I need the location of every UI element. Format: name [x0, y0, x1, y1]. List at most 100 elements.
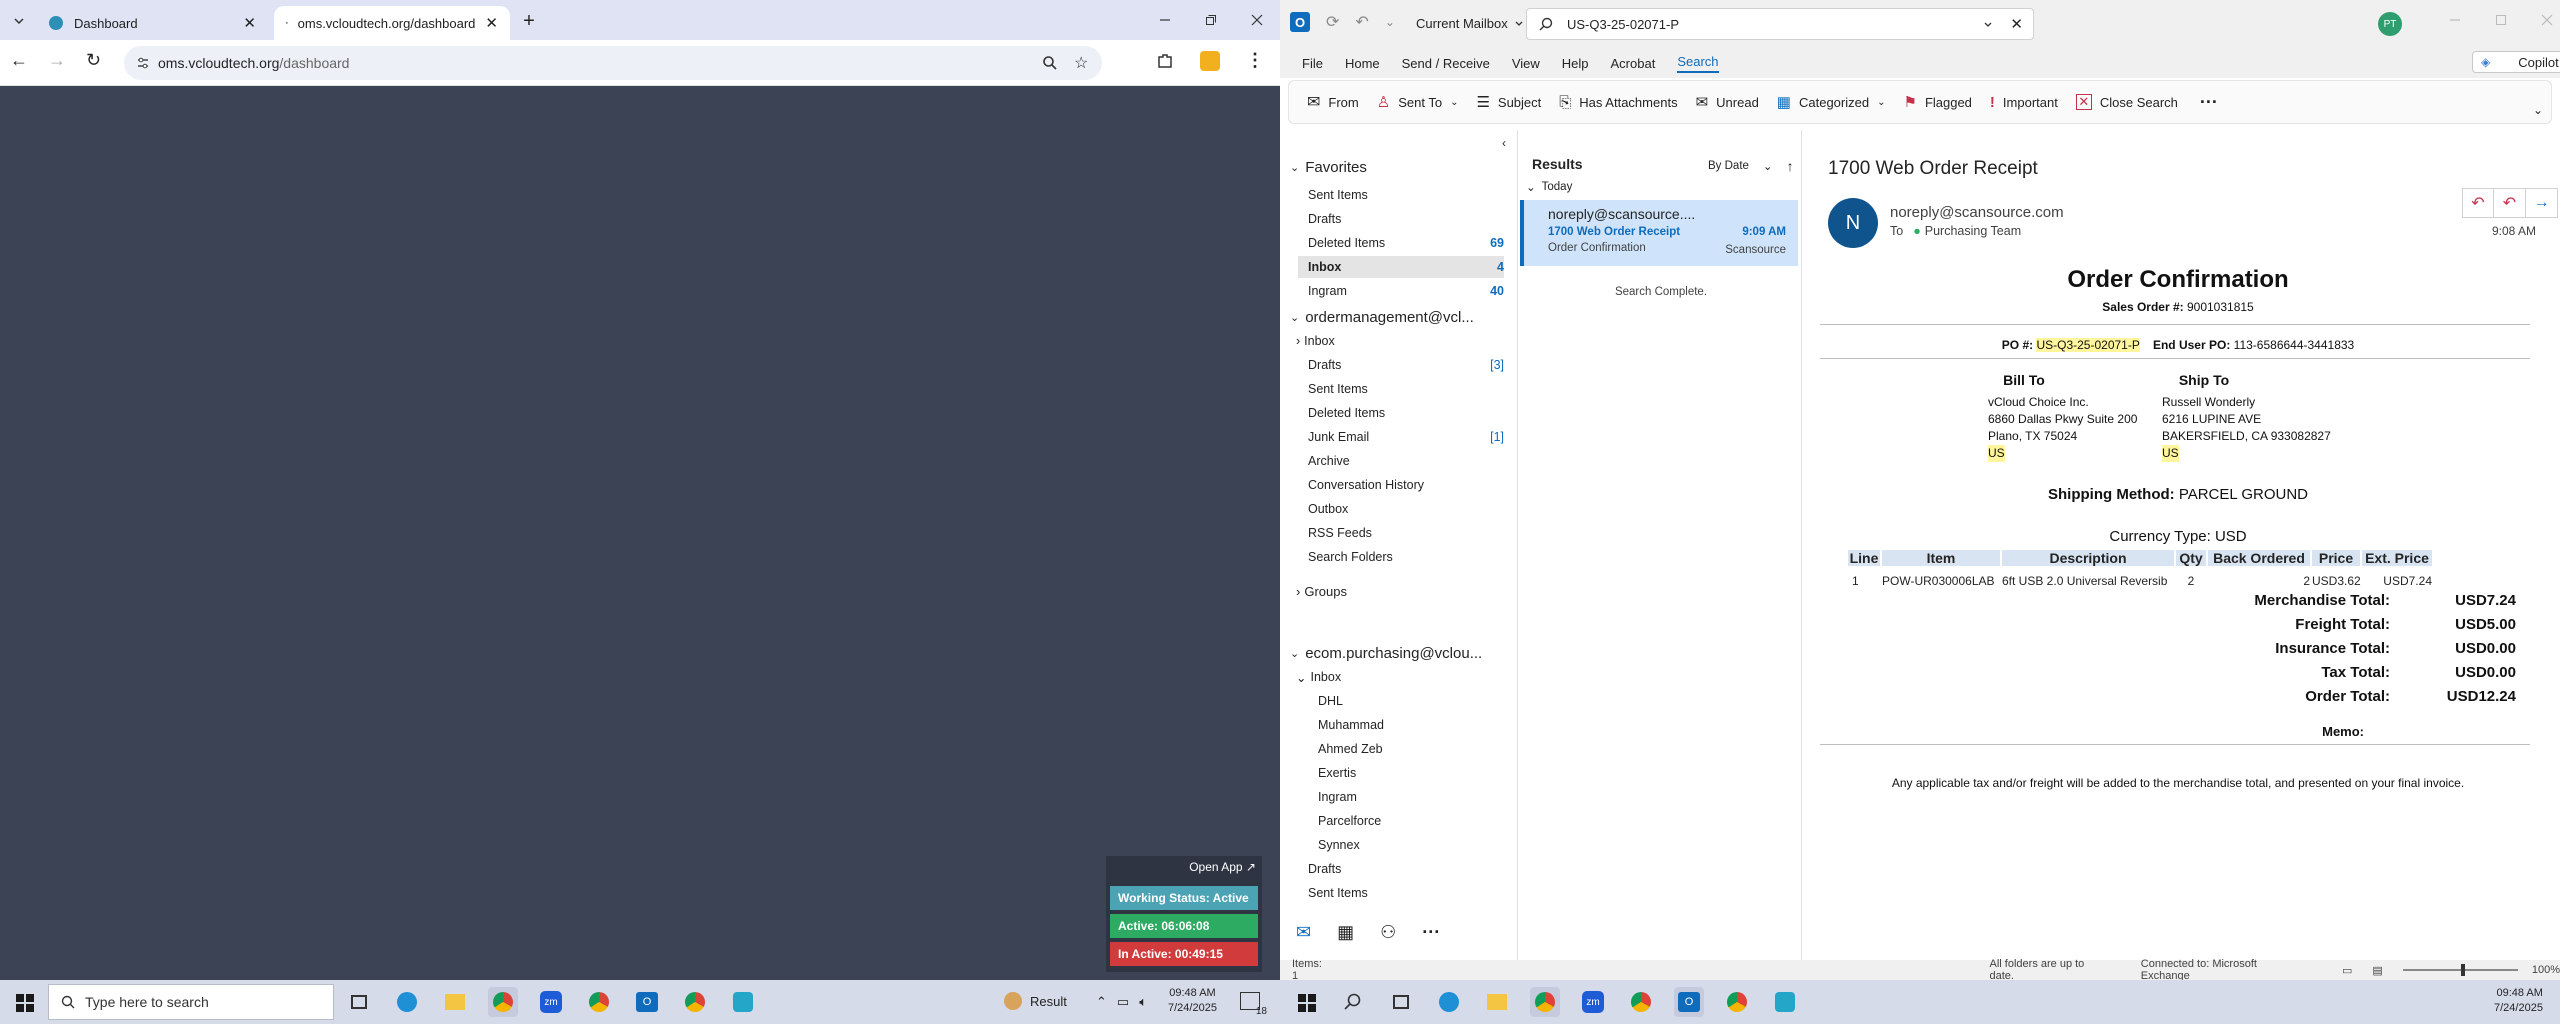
close-window-button[interactable]	[1234, 0, 1280, 40]
folder-archive[interactable]: Archive	[1308, 450, 1504, 472]
reply-icon[interactable]: ↶	[2462, 188, 2494, 218]
menu-search[interactable]: Search	[1677, 54, 1719, 73]
zoom-app-icon[interactable]: zm	[1578, 987, 1608, 1017]
more-icon[interactable]: ···	[2200, 92, 2218, 113]
folder-inbox[interactable]: ⌄ Inbox	[1296, 666, 1492, 688]
people-icon[interactable]: ⚇	[1380, 922, 1396, 943]
mail-icon[interactable]: ✉	[1296, 922, 1311, 943]
calendar-icon[interactable]: ▦	[1337, 922, 1354, 943]
chrome-profile-icon[interactable]	[1626, 987, 1656, 1017]
avatar[interactable]: PT	[2378, 12, 2402, 36]
start-button[interactable]	[10, 988, 40, 1018]
folder-inbox[interactable]: › Inbox	[1296, 330, 1492, 352]
chrome-icon[interactable]	[1530, 987, 1560, 1017]
has-attachments-button[interactable]: ⎘ Has Attachments	[1559, 94, 1677, 111]
folder-ahmed-zeb[interactable]: Ahmed Zeb	[1318, 738, 1514, 760]
favorites-header[interactable]: ⌄ Favorites	[1290, 156, 1367, 178]
more-apps-icon[interactable]: ···	[1422, 922, 1440, 943]
chrome-profile-icon[interactable]	[680, 987, 710, 1017]
task-view-icon[interactable]	[1386, 987, 1416, 1017]
tab-search-button[interactable]	[8, 10, 30, 32]
sender-address[interactable]: noreply@scansource.com	[1890, 204, 2064, 221]
folder-drafts[interactable]: Drafts	[1308, 208, 1504, 230]
groups-header[interactable]: › Groups	[1296, 580, 1492, 602]
categorized-button[interactable]: ▦ Categorized ⌄	[1777, 93, 1886, 111]
forward-arrow-icon[interactable]: →	[48, 50, 66, 71]
folder-inbox[interactable]: Inbox 4	[1298, 256, 1504, 278]
folder-conversation-history[interactable]: Conversation History	[1308, 474, 1504, 496]
folder-sent-items[interactable]: Sent Items	[1308, 184, 1504, 206]
start-button[interactable]	[1292, 988, 1322, 1018]
menu-file[interactable]: File	[1302, 56, 1323, 71]
volume-icon[interactable]: 🔈︎	[1139, 994, 1147, 1010]
undo-icon[interactable]: ↶	[1355, 12, 1368, 32]
folder-junk-email[interactable]: Junk Email [1]	[1308, 426, 1504, 448]
reply-all-icon[interactable]: ↶	[2494, 188, 2526, 218]
mailbox-scope-dropdown[interactable]: Current Mailbox	[1416, 16, 1524, 31]
close-search-button[interactable]: ✕ Close Search	[2075, 94, 2178, 110]
app-icon[interactable]	[1770, 987, 1800, 1017]
flagged-button[interactable]: ⚑ Flagged	[1903, 93, 1971, 111]
weather-widget[interactable]: Result	[1004, 992, 1067, 1010]
important-button[interactable]: ! Important	[1990, 94, 2058, 111]
outlook-icon[interactable]: O	[632, 987, 662, 1017]
recipient-name[interactable]: Purchasing Team	[1925, 224, 2021, 238]
folder-ingram[interactable]: Ingram	[1318, 786, 1514, 808]
restore-button[interactable]	[1188, 0, 1234, 40]
open-app-link[interactable]: Open App ↗	[1189, 860, 1256, 874]
message-item[interactable]: noreply@scansource.... 1700 Web Order Re…	[1520, 200, 1798, 266]
sender-avatar[interactable]: N	[1828, 198, 1878, 248]
chrome-profile-icon[interactable]	[1722, 987, 1752, 1017]
zoom-icon[interactable]	[1042, 55, 1058, 71]
reading-view-icon[interactable]: ▤	[2372, 964, 2382, 977]
clock[interactable]: 09:48 AM 7/24/2025	[1168, 986, 1217, 1016]
account-header[interactable]: ⌄ ecom.purchasing@vclou...	[1290, 642, 1482, 664]
file-explorer-icon[interactable]	[1482, 987, 1512, 1017]
folder-outbox[interactable]: Outbox	[1308, 498, 1504, 520]
back-arrow-icon[interactable]: ←	[10, 50, 28, 71]
file-explorer-icon[interactable]	[440, 987, 470, 1017]
reload-icon[interactable]: ↻	[86, 50, 101, 71]
chevron-up-icon[interactable]: ⌃	[1096, 994, 1107, 1010]
sort-control[interactable]: By Date ⌄ ↑	[1708, 158, 1794, 174]
close-window-button[interactable]	[2524, 0, 2560, 40]
search-box[interactable]: US-Q3-25-02071-P ✕	[1526, 8, 2034, 40]
copilot-button[interactable]: ◈ Copilot ⌄	[2472, 51, 2560, 73]
tab-oms-dashboard[interactable]: oms.vcloudtech.org/dashboard ✕	[274, 6, 510, 40]
subject-button[interactable]: ☰ Subject	[1476, 93, 1541, 111]
close-icon[interactable]: ✕	[243, 14, 256, 32]
folder-synnex[interactable]: Synnex	[1318, 834, 1514, 856]
folder-drafts[interactable]: Drafts	[1308, 858, 1504, 880]
chevron-down-icon[interactable]	[1983, 20, 1993, 30]
folder-deleted-items[interactable]: Deleted Items	[1308, 402, 1504, 424]
folder-muhammad[interactable]: Muhammad	[1318, 714, 1514, 736]
bookmark-star-icon[interactable]: ☆	[1074, 53, 1088, 73]
chrome-icon[interactable]	[488, 987, 518, 1017]
folder-dhl[interactable]: DHL	[1318, 690, 1514, 712]
account-header[interactable]: ⌄ ordermanagement@vcl...	[1290, 306, 1474, 328]
zoom-slider[interactable]	[2402, 964, 2518, 976]
folder-sent-items[interactable]: Sent Items	[1308, 882, 1504, 904]
taskbar-search[interactable]: Type here to search	[48, 984, 334, 1020]
new-tab-button[interactable]: +	[518, 10, 540, 32]
chevron-down-icon[interactable]: ⌄	[2533, 103, 2543, 117]
sort-direction-icon[interactable]: ↑	[1787, 158, 1794, 174]
sync-icon[interactable]: ⟳	[1326, 12, 1339, 32]
menu-send-receive[interactable]: Send / Receive	[1402, 56, 1490, 71]
chrome-profile-icon[interactable]	[584, 987, 614, 1017]
zoom-app-icon[interactable]: zm	[536, 987, 566, 1017]
normal-view-icon[interactable]: ▭	[2342, 964, 2352, 977]
folder-search-folders[interactable]: Search Folders	[1308, 546, 1504, 568]
outlook-icon[interactable]: O	[1674, 987, 1704, 1017]
clock[interactable]: 09:48 AM 7/24/2025	[2494, 986, 2543, 1016]
customize-icon[interactable]: ⌄	[1385, 15, 1395, 29]
folder-exertis[interactable]: Exertis	[1318, 762, 1514, 784]
menu-view[interactable]: View	[1512, 56, 1540, 71]
edge-icon[interactable]	[1434, 987, 1464, 1017]
notification-icon[interactable]: 18	[1240, 992, 1267, 1017]
app-icon[interactable]	[728, 987, 758, 1017]
search-input[interactable]: US-Q3-25-02071-P	[1567, 17, 1679, 32]
address-bar[interactable]: oms.vcloudtech.org/dashboard ☆	[124, 46, 1102, 80]
more-menu-icon[interactable]: ⋮	[1246, 50, 1264, 71]
menu-help[interactable]: Help	[1562, 56, 1589, 71]
